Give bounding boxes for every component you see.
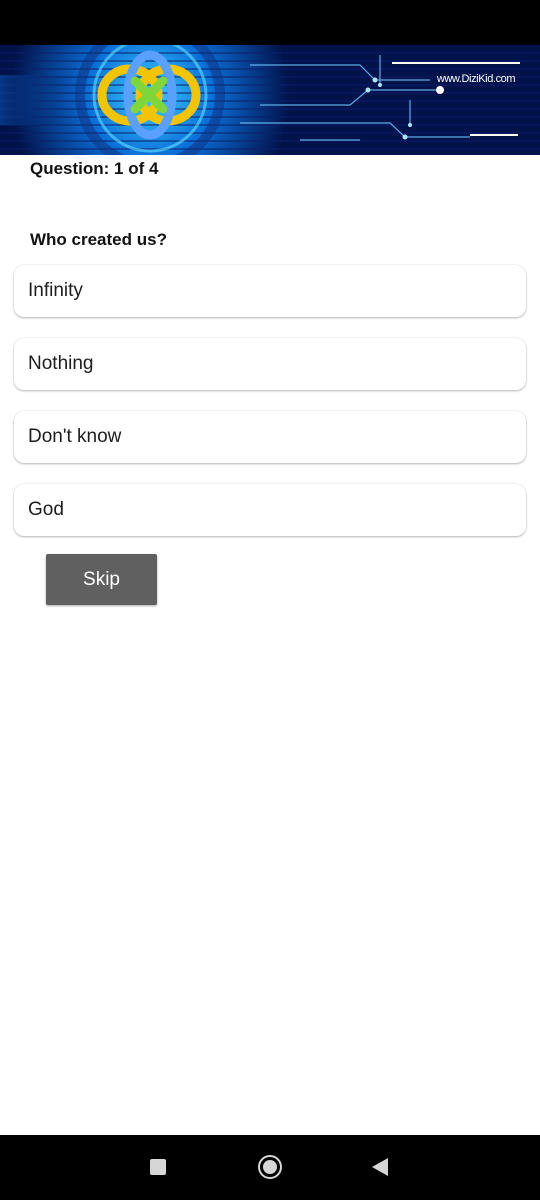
answer-option-infinity[interactable]: Infinity <box>14 265 526 317</box>
system-navigation-bar <box>0 1135 540 1200</box>
answer-option-dont-know[interactable]: Don't know <box>14 411 526 463</box>
answer-option-god[interactable]: God <box>14 484 526 536</box>
question-text: Who created us? <box>30 230 167 249</box>
triangle-back-icon <box>372 1158 388 1176</box>
status-bar <box>0 0 540 45</box>
answer-option-nothing[interactable]: Nothing <box>14 338 526 390</box>
question-counter: Question: 1 of 4 <box>30 159 159 178</box>
back-button[interactable] <box>364 1135 400 1200</box>
site-url-text: www.DiziKid.com <box>436 73 516 85</box>
skip-button[interactable]: Skip <box>46 554 157 605</box>
header-banner: www.DiziKid.com <box>0 45 540 155</box>
banner-graphic <box>0 45 540 155</box>
home-button[interactable] <box>252 1135 288 1200</box>
circle-icon <box>258 1155 282 1179</box>
recents-button[interactable] <box>140 1135 176 1200</box>
square-icon <box>150 1159 166 1175</box>
